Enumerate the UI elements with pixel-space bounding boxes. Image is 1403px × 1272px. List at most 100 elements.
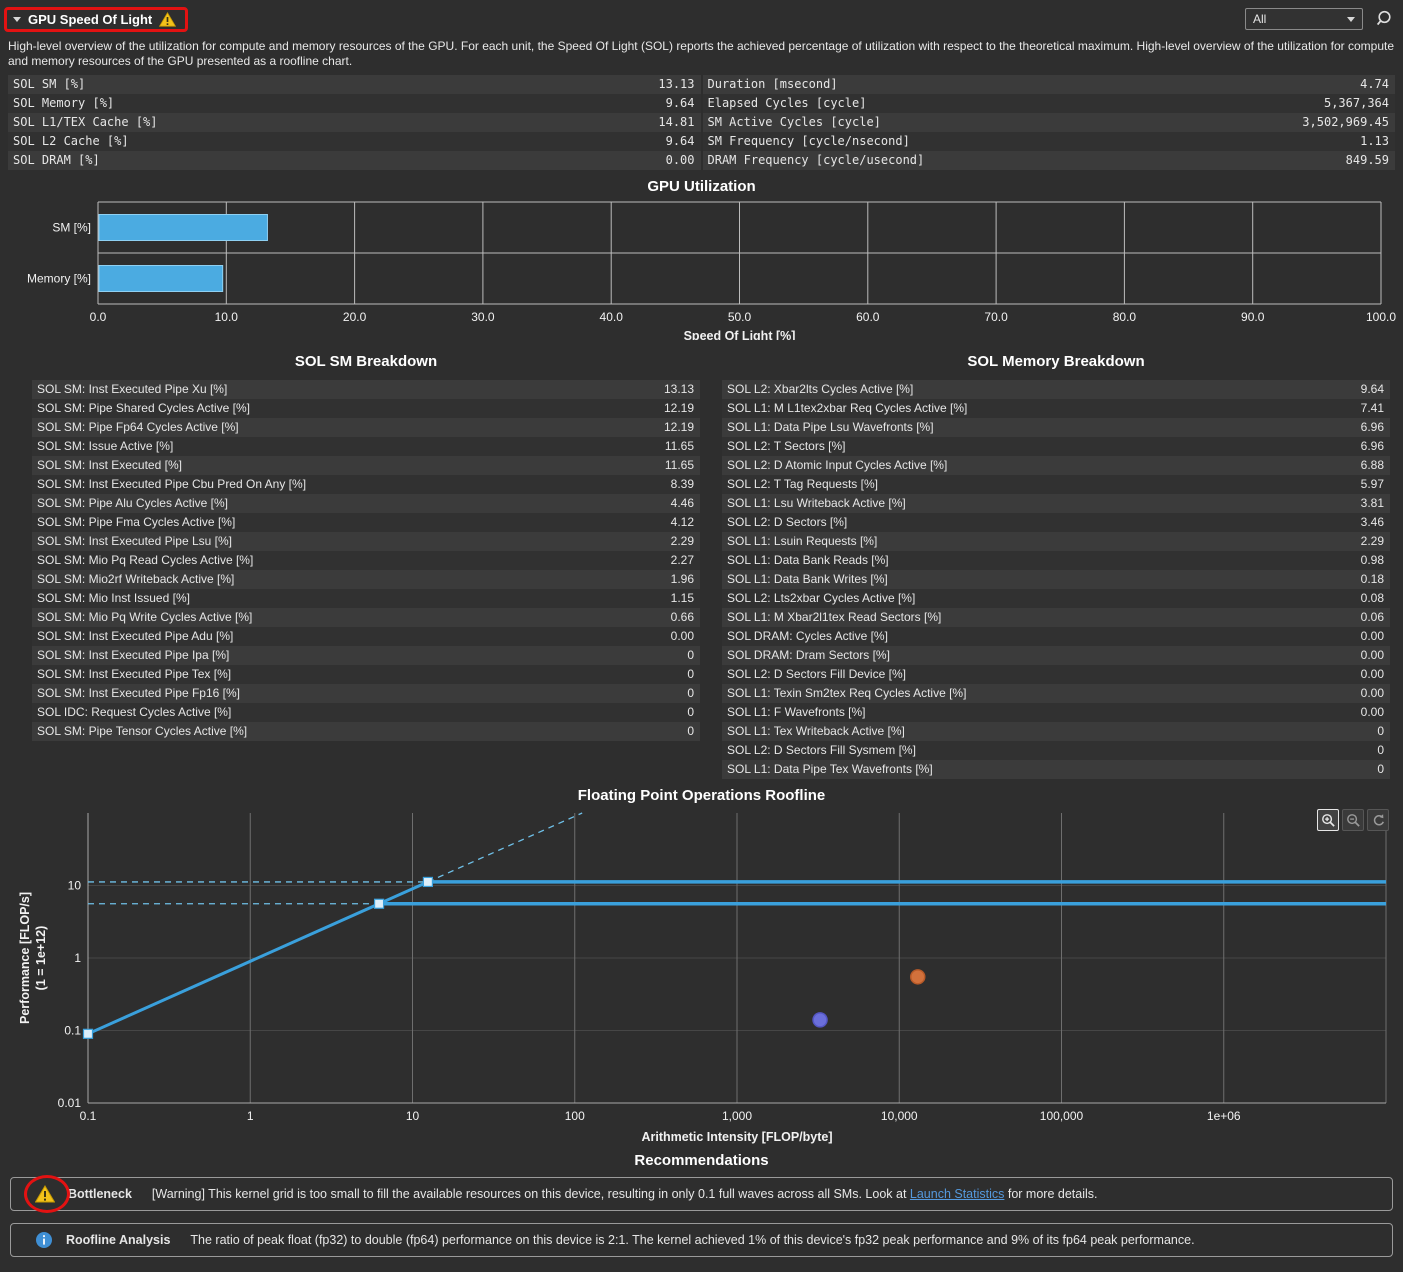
x-tick-label: 100.0 — [1366, 310, 1396, 324]
row-label: SOL SM: Mio Inst Issued [%] — [32, 589, 190, 608]
row-label: SOL SM: Inst Executed Pipe Lsu [%] — [32, 532, 232, 551]
row-label: SOL L1/TEX Cache [%] — [8, 113, 158, 132]
row-label: SOL SM: Pipe Alu Cycles Active [%] — [32, 494, 228, 513]
table-row: SOL L1: Data Pipe Lsu Wavefronts [%]6.96 — [722, 418, 1390, 437]
table-row: SOL SM: Inst Executed Pipe Cbu Pred On A… — [32, 475, 700, 494]
category-label: SM [%] — [52, 221, 91, 235]
row-label: SOL SM: Pipe Fp64 Cycles Active [%] — [32, 418, 239, 437]
x-tick-label: 1 — [247, 1109, 254, 1123]
row-value: 6.88 — [1361, 456, 1390, 475]
row-label: SOL L2: D Atomic Input Cycles Active [%] — [722, 456, 947, 475]
table-row: SOL L2: D Atomic Input Cycles Active [%]… — [722, 456, 1390, 475]
row-label: SM Frequency [cycle/nsecond] — [703, 132, 910, 151]
row-value: 6.96 — [1361, 418, 1390, 437]
launch-statistics-link[interactable]: Launch Statistics — [910, 1187, 1005, 1201]
row-value: 14.81 — [658, 113, 700, 132]
table-row: SOL L1: Texin Sm2tex Req Cycles Active [… — [722, 684, 1390, 703]
row-label: SOL SM: Inst Executed Pipe Fp16 [%] — [32, 684, 240, 703]
row-value: 8.39 — [671, 475, 700, 494]
row-label: SOL L2: T Sectors [%] — [722, 437, 846, 456]
row-label: SOL SM: Inst Executed Pipe Xu [%] — [32, 380, 227, 399]
sol-sm-breakdown: SOL SM Breakdown SOL SM: Inst Executed P… — [32, 345, 700, 779]
roofline-title: Floating Point Operations Roofline — [0, 787, 1403, 804]
zoom-in-button[interactable] — [1317, 809, 1339, 831]
page-title: GPU Speed Of Light — [28, 12, 152, 27]
row-value: 0 — [1377, 760, 1390, 779]
warning-icon — [35, 1185, 55, 1203]
single-precision-achieved-point — [813, 1013, 827, 1027]
recommendation-text-before: [Warning] This kernel grid is too small … — [152, 1187, 910, 1201]
y-tick-label: 0.1 — [64, 1024, 81, 1038]
ridge-marker — [375, 899, 384, 908]
section-header-bar: GPU Speed Of Light All — [0, 0, 1403, 36]
recommendation-bottleneck: Bottleneck [Warning] This kernel grid is… — [10, 1177, 1393, 1211]
row-value: 9.64 — [1361, 380, 1390, 399]
table-row: SOL SM: Inst Executed Pipe Fp16 [%]0 — [32, 684, 700, 703]
recommendation-text-before: The ratio of peak float (fp32) to double… — [190, 1233, 1194, 1247]
filter-dropdown-value: All — [1253, 12, 1266, 26]
category-label: Memory [%] — [27, 272, 91, 286]
row-value: 12.19 — [664, 399, 700, 418]
row-value: 0.00 — [1361, 684, 1390, 703]
table-row: SOL L1: Tex Writeback Active [%]0 — [722, 722, 1390, 741]
table-row: SOL Memory [%]9.64 — [8, 94, 701, 113]
row-label: SOL SM: Mio2rf Writeback Active [%] — [32, 570, 234, 589]
chevron-down-icon — [1347, 17, 1355, 22]
table-row: SOL SM: Inst Executed Pipe Tex [%]0 — [32, 665, 700, 684]
row-label: SOL L1: M L1tex2xbar Req Cycles Active [… — [722, 399, 967, 418]
y-tick-label: 1 — [74, 951, 81, 965]
row-label: SOL SM: Inst Executed Pipe Adu [%] — [32, 627, 233, 646]
y-axis-label: Performance [FLOP/s] — [18, 892, 32, 1024]
row-value: 11.65 — [665, 456, 700, 475]
filter-dropdown[interactable]: All — [1245, 8, 1363, 30]
row-label: SOL L1: M Xbar2l1tex Read Sectors [%] — [722, 608, 941, 627]
recommendations-title: Recommendations — [0, 1152, 1403, 1169]
x-tick-label: 100,000 — [1040, 1109, 1084, 1123]
table-row: SOL SM: Pipe Shared Cycles Active [%] 12.… — [32, 399, 700, 418]
row-label: SOL L2: D Sectors [%] — [722, 513, 847, 532]
recommendation-title: Bottleneck — [68, 1187, 132, 1201]
search-icon[interactable] — [1373, 8, 1395, 30]
summary-table-left: SOL SM [%]13.13SOL Memory [%]9.64SOL L1/… — [8, 75, 701, 170]
x-axis-label: Speed Of Light [%] — [684, 329, 796, 340]
gpu-utilization-chart: 0.010.020.030.040.050.060.070.080.090.01… — [0, 198, 1403, 343]
table-row: SOL L1: Data Pipe Tex Wavefronts [%]0 — [722, 760, 1390, 779]
row-label: SOL L1: Data Bank Writes [%] — [722, 570, 888, 589]
row-value: 13.13 — [658, 75, 700, 94]
table-row: SOL L2: Xbar2lts Cycles Active [%] 9.64 — [722, 380, 1390, 399]
recommendation-text: [Warning] This kernel grid is too small … — [152, 1187, 1098, 1201]
x-tick-label: 1,000 — [722, 1109, 752, 1123]
gpu-utilization-svg: 0.010.020.030.040.050.060.070.080.090.01… — [3, 198, 1399, 340]
table-row: SOL L2: T Tag Requests [%]5.97 — [722, 475, 1390, 494]
row-value: 0.08 — [1361, 589, 1390, 608]
row-value: 3,502,969.45 — [1302, 113, 1395, 132]
summary-table-right: Duration [msecond]4.74Elapsed Cycles [cy… — [701, 75, 1396, 170]
annotation-red-box: GPU Speed Of Light — [4, 7, 188, 32]
x-tick-label: 50.0 — [728, 310, 752, 324]
row-value: 2.27 — [671, 551, 700, 570]
table-row: SOL L1: M L1tex2xbar Req Cycles Active [… — [722, 399, 1390, 418]
table-row: SOL L1: F Wavefronts [%]0.00 — [722, 703, 1390, 722]
zoom-out-button[interactable] — [1342, 809, 1364, 831]
row-value: 11.65 — [665, 437, 700, 456]
row-value: 12.19 — [664, 418, 700, 437]
recommendation-text: The ratio of peak float (fp32) to double… — [190, 1233, 1194, 1247]
row-label: SOL L1: Lsu Writeback Active [%] — [722, 494, 906, 513]
row-label: SOL L2: Xbar2lts Cycles Active [%] — [722, 380, 913, 399]
row-value: 4.12 — [671, 513, 700, 532]
row-value: 9.64 — [666, 94, 701, 113]
table-row: SOL IDC: Request Cycles Active [%]0 — [32, 703, 700, 722]
sol-memory-breakdown: SOL Memory Breakdown SOL L2: Xbar2lts Cy… — [722, 345, 1390, 779]
row-value: 0.00 — [1361, 665, 1390, 684]
table-row: SOL SM: Pipe Alu Cycles Active [%]4.46 — [32, 494, 700, 513]
zoom-reset-button[interactable] — [1367, 809, 1389, 831]
row-label: SOL SM: Pipe Shared Cycles Active [%] — [32, 399, 250, 418]
row-label: SOL SM: Inst Executed [%] — [32, 456, 182, 475]
utilization-bar — [99, 266, 223, 292]
x-tick-label: 90.0 — [1241, 310, 1265, 324]
row-value: 0 — [687, 722, 700, 741]
section-collapse-header[interactable]: GPU Speed Of Light — [13, 12, 176, 27]
table-row: SOL SM: Pipe Tensor Cycles Active [%]0 — [32, 722, 700, 741]
table-row: DRAM Frequency [cycle/usecond]849.59 — [703, 151, 1396, 170]
row-label: SOL SM: Mio Pq Write Cycles Active [%] — [32, 608, 252, 627]
